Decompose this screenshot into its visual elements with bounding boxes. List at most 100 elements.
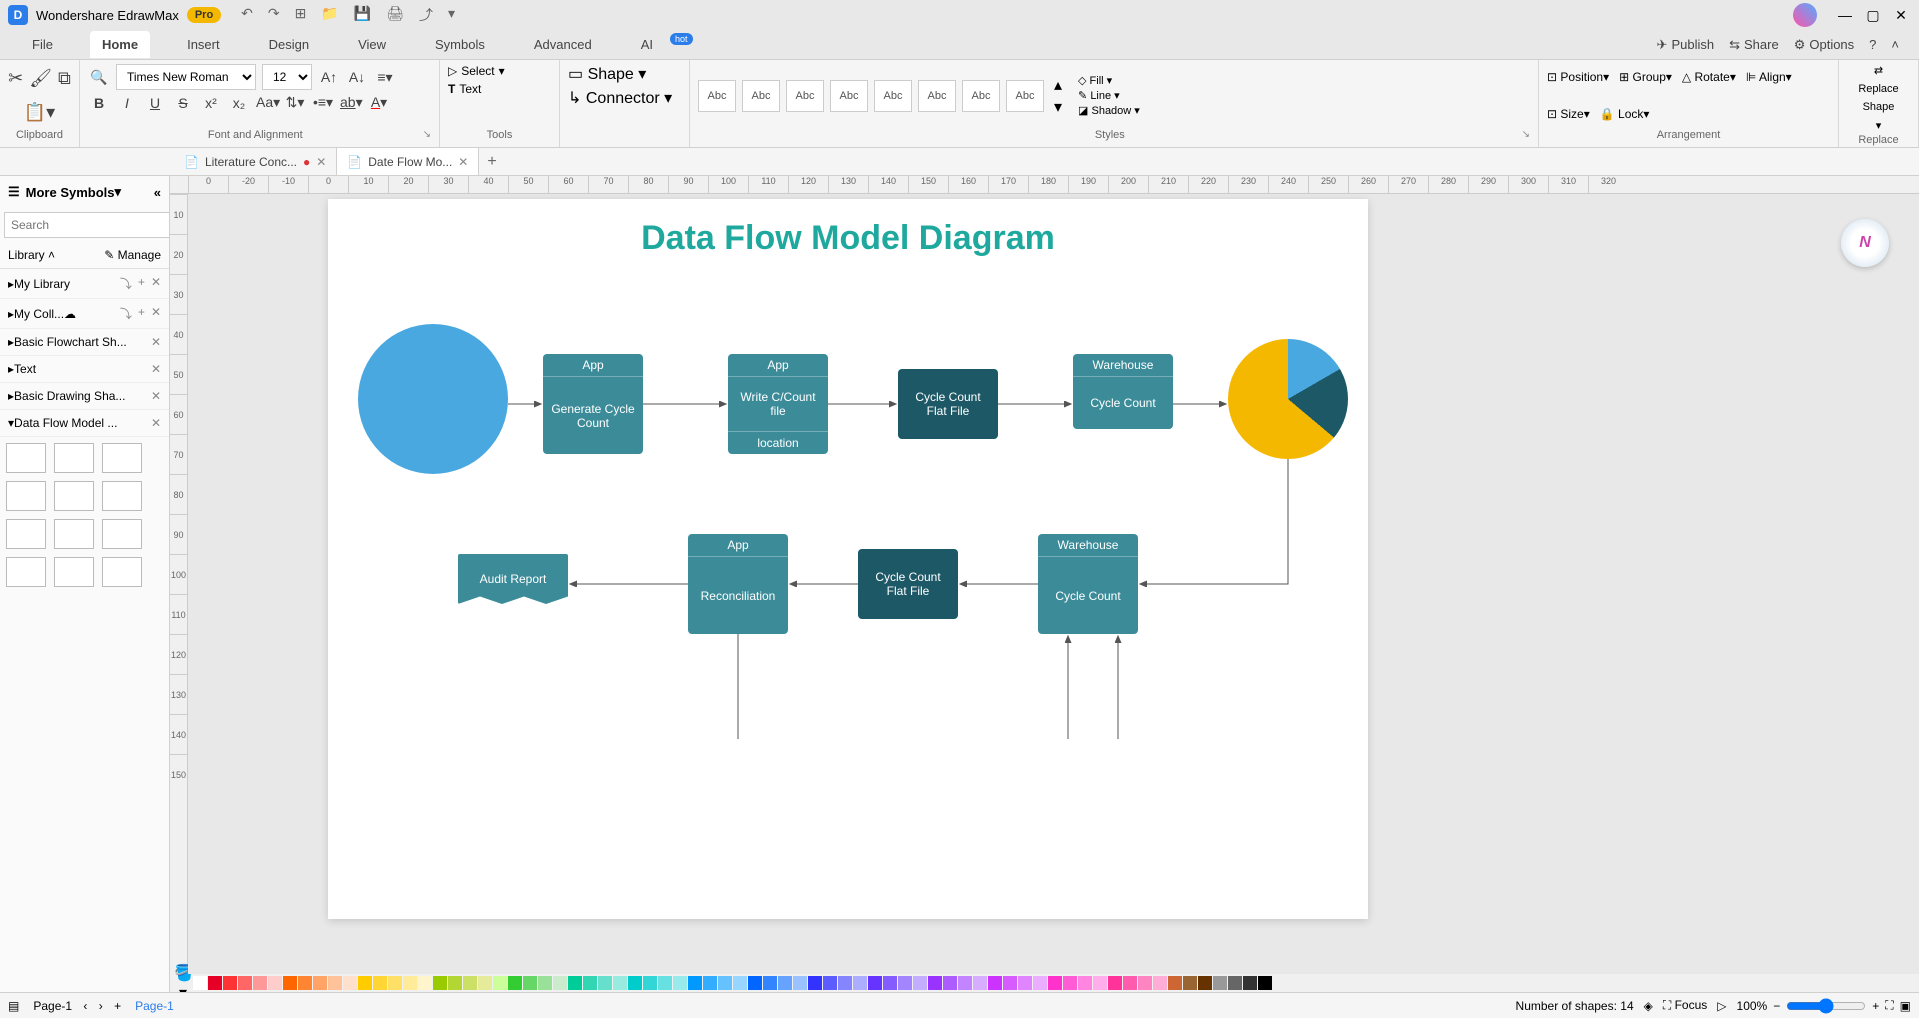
color-swatch[interactable] [928, 976, 942, 990]
tab-literature[interactable]: 📄 Literature Conc... ● ✕ [174, 148, 337, 175]
color-swatch[interactable] [193, 976, 207, 990]
node-warehouse-2[interactable]: Warehouse Cycle Count [1038, 534, 1138, 634]
color-swatch[interactable] [688, 976, 702, 990]
add-icon[interactable]: + [138, 275, 145, 292]
color-swatch[interactable] [1213, 976, 1227, 990]
close-icon[interactable]: ✕ [1891, 7, 1911, 24]
subscript-icon[interactable]: x₂ [228, 95, 250, 111]
remove-icon[interactable]: ✕ [151, 275, 161, 292]
redo-icon[interactable]: ↷ [268, 5, 280, 25]
new-icon[interactable]: ⊞ [295, 5, 307, 25]
color-swatch[interactable] [868, 976, 882, 990]
color-swatch[interactable] [793, 976, 807, 990]
zoom-out-icon[interactable]: − [1773, 999, 1780, 1013]
page[interactable]: Data Flow Model Diagram App Generate Cyc… [328, 199, 1368, 919]
menu-ai[interactable]: AI [629, 31, 665, 58]
color-swatch[interactable] [418, 976, 432, 990]
color-swatch[interactable] [388, 976, 402, 990]
shape-stencil[interactable] [54, 519, 94, 549]
export-icon[interactable]: ⤴ [419, 5, 433, 25]
styles-dialog-icon[interactable]: ↘ [1522, 129, 1530, 140]
lib-basic-drawing[interactable]: ▸ Basic Drawing Sha...✕ [0, 383, 169, 410]
node-warehouse-1[interactable]: Warehouse Cycle Count [1073, 354, 1173, 429]
shape-stencil[interactable] [102, 519, 142, 549]
style-preset-6[interactable]: Abc [918, 80, 956, 112]
prev-page-icon[interactable]: ‹ [83, 999, 87, 1013]
color-swatch[interactable] [628, 976, 642, 990]
color-swatch[interactable] [808, 976, 822, 990]
add-icon[interactable]: + [138, 305, 145, 322]
node-audit-report[interactable]: Audit Report [458, 554, 568, 604]
menu-advanced[interactable]: Advanced [522, 31, 604, 58]
color-swatch[interactable] [313, 976, 327, 990]
style-preset-4[interactable]: Abc [830, 80, 868, 112]
zoom-slider[interactable] [1786, 998, 1866, 1014]
color-swatch[interactable] [658, 976, 672, 990]
color-swatch[interactable] [508, 976, 522, 990]
color-swatch[interactable] [493, 976, 507, 990]
position-button[interactable]: ⊡ Position▾ [1547, 70, 1609, 84]
color-swatch[interactable] [478, 976, 492, 990]
lib-data-flow-model[interactable]: ▾ Data Flow Model ...✕ [0, 410, 169, 437]
color-swatch[interactable] [1063, 976, 1077, 990]
avatar[interactable] [1793, 3, 1817, 27]
case-icon[interactable]: Aa▾ [256, 94, 278, 111]
open-icon[interactable]: 📁 [321, 5, 338, 25]
color-swatch[interactable] [778, 976, 792, 990]
style-preset-8[interactable]: Abc [1006, 80, 1044, 112]
replace-shape-icon[interactable]: ⇄ [1874, 64, 1883, 77]
style-scroll-up-icon[interactable]: ▴ [1054, 75, 1062, 95]
align-dropdown-icon[interactable]: ≡▾ [374, 69, 396, 86]
remove-icon[interactable]: ✕ [151, 362, 161, 376]
line-spacing-icon[interactable]: ⇅▾ [284, 94, 306, 111]
node-cycle-count-flat-2[interactable]: Cycle Count Flat File [858, 549, 958, 619]
color-swatch[interactable] [1123, 976, 1137, 990]
color-swatch[interactable] [553, 976, 567, 990]
color-swatch[interactable] [613, 976, 627, 990]
import-icon[interactable]: ⤵ [120, 275, 132, 292]
shape-tool[interactable]: ▭ Shape ▾ [568, 64, 646, 84]
menu-insert[interactable]: Insert [175, 31, 232, 58]
format-painter-icon[interactable]: 🖌 [29, 68, 52, 89]
lib-text[interactable]: ▸ Text✕ [0, 356, 169, 383]
color-swatch[interactable] [433, 976, 447, 990]
color-swatch[interactable] [1153, 976, 1167, 990]
style-preset-3[interactable]: Abc [786, 80, 824, 112]
menu-symbols[interactable]: Symbols [423, 31, 497, 58]
paste-icon[interactable]: 📋▾ [24, 102, 55, 123]
tab-close-icon[interactable]: ✕ [316, 155, 326, 169]
shape-stencil[interactable] [102, 557, 142, 587]
color-swatch[interactable] [823, 976, 837, 990]
color-swatch[interactable] [853, 976, 867, 990]
line-button[interactable]: ✎ Line ▾ [1078, 89, 1140, 102]
node-app-reconciliation[interactable]: App Reconciliation [688, 534, 788, 634]
color-swatch[interactable] [943, 976, 957, 990]
color-swatch[interactable] [883, 976, 897, 990]
color-swatch[interactable] [1258, 976, 1272, 990]
decrease-font-icon[interactable]: A↓ [346, 69, 368, 85]
menu-home[interactable]: Home [90, 31, 150, 58]
shape-stencil[interactable] [6, 443, 46, 473]
color-swatch[interactable] [358, 976, 372, 990]
font-dialog-icon[interactable]: ↘ [423, 129, 431, 140]
replace-dropdown-icon[interactable]: ▾ [1876, 119, 1882, 132]
shape-stencil[interactable] [54, 481, 94, 511]
underline-icon[interactable]: U [144, 95, 166, 111]
color-swatch[interactable] [913, 976, 927, 990]
menu-file[interactable]: File [20, 31, 65, 58]
help-icon[interactable]: ? [1869, 37, 1876, 52]
shadow-button[interactable]: ◪ Shadow ▾ [1078, 104, 1140, 117]
font-size-select[interactable]: 12 [262, 64, 312, 90]
color-swatch[interactable] [643, 976, 657, 990]
publish-button[interactable]: ✈ Publish [1657, 37, 1715, 53]
color-swatch[interactable] [568, 976, 582, 990]
font-name-select[interactable]: Times New Roman [116, 64, 256, 90]
remove-icon[interactable]: ✕ [151, 335, 161, 349]
size-button[interactable]: ⊡ Size▾ [1547, 107, 1590, 121]
color-swatch[interactable] [1078, 976, 1092, 990]
style-preset-5[interactable]: Abc [874, 80, 912, 112]
pages-panel-icon[interactable]: ▤ [8, 999, 19, 1013]
style-preset-1[interactable]: Abc [698, 80, 736, 112]
color-swatch[interactable] [328, 976, 342, 990]
strikethrough-icon[interactable]: S [172, 95, 194, 111]
